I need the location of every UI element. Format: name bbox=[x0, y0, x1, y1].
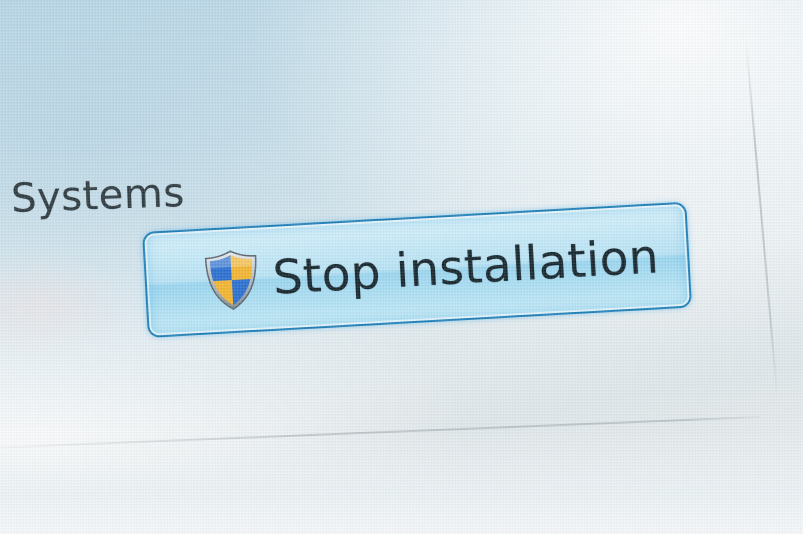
stop-installation-label: Stop installation bbox=[271, 228, 661, 306]
screen: Systems Stop installation bbox=[0, 0, 803, 534]
panel-border-right bbox=[745, 39, 779, 399]
section-label: Systems bbox=[10, 169, 186, 222]
stop-installation-button[interactable]: Stop installation bbox=[142, 201, 693, 338]
out-of-focus-area bbox=[0, 430, 803, 534]
glare bbox=[0, 250, 130, 360]
uac-shield-icon bbox=[204, 250, 257, 310]
